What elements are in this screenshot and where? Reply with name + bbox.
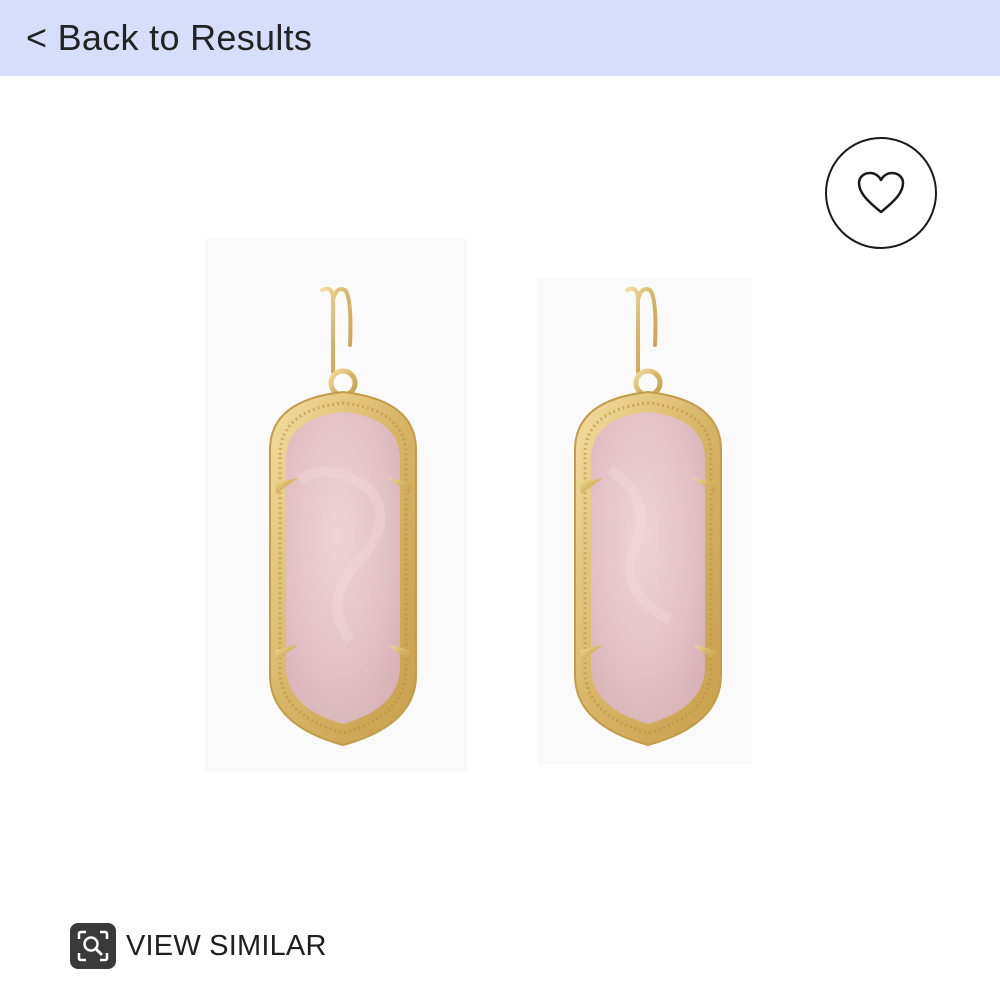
back-to-results-label: < Back to Results [26,17,313,58]
view-similar-label: VIEW SIMILAR [126,929,327,962]
visual-search-icon [70,923,116,969]
favorite-button[interactable] [825,137,937,249]
heart-outline-icon [857,171,905,214]
view-similar-button[interactable]: VIEW SIMILAR [70,922,327,970]
back-to-results-link[interactable]: < Back to Results [0,0,1000,76]
